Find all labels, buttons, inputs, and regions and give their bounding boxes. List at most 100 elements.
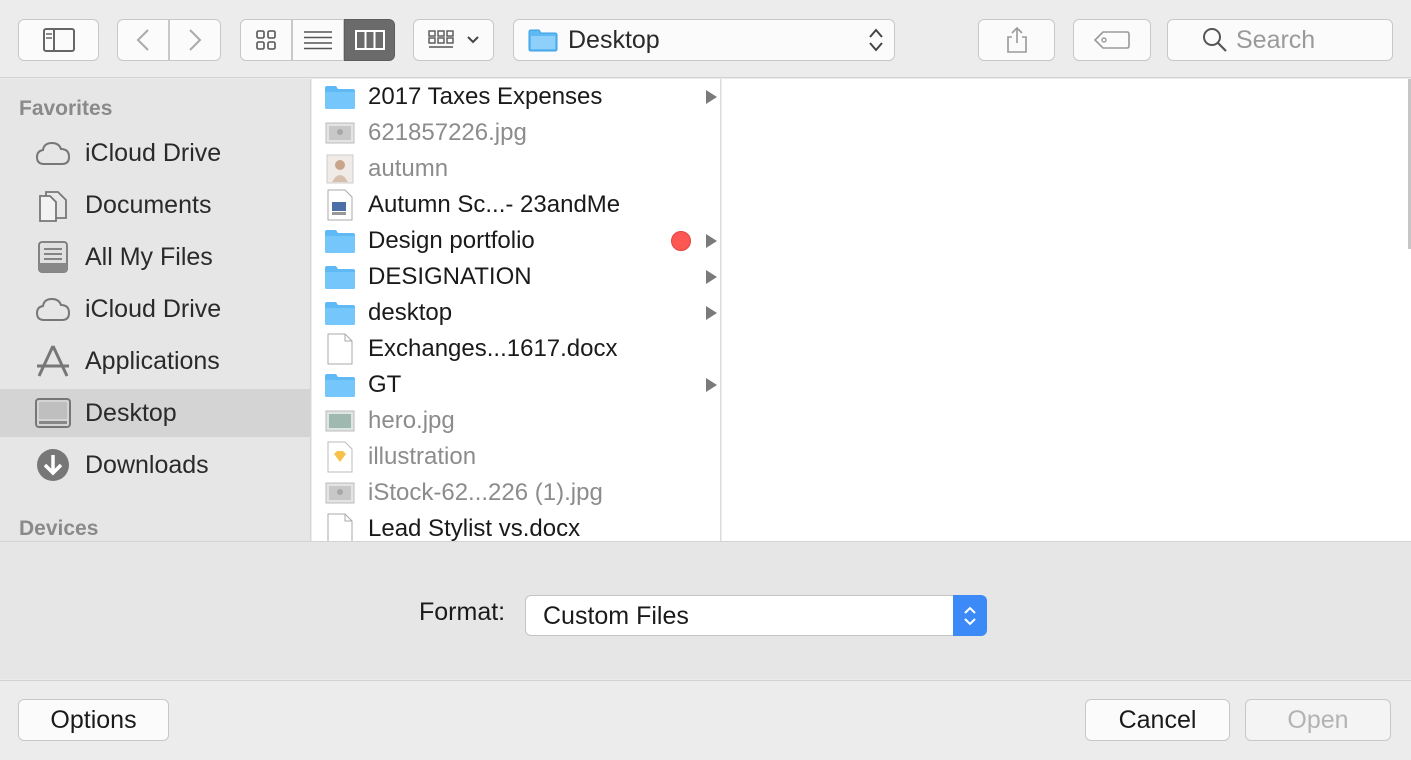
- sidebar-item-label: iCloud Drive: [85, 294, 222, 323]
- sidebar-item-icloud-drive-2[interactable]: iCloud Drive: [0, 285, 310, 333]
- chevron-right-icon: [189, 29, 202, 51]
- updown-icon: [953, 595, 987, 636]
- sidebar-item-all-my-files[interactable]: All My Files: [0, 233, 310, 281]
- list-item[interactable]: Exchanges...1617.docx: [312, 331, 720, 367]
- list-item: 621857226.jpg: [312, 115, 720, 151]
- list-item[interactable]: Autumn Sc...- 23andMe: [312, 187, 720, 223]
- list-item: autumn: [312, 151, 720, 187]
- options-button[interactable]: Options: [18, 699, 169, 741]
- sidebar-icon: [42, 28, 75, 52]
- documents-icon: [35, 187, 71, 223]
- toolbar: Desktop Search: [0, 0, 1411, 78]
- image-file-icon: [324, 477, 356, 509]
- list-item: iStock-62...226 (1).jpg: [312, 475, 720, 511]
- image-file-icon: [324, 117, 356, 149]
- all-files-icon: [35, 239, 71, 275]
- chevron-left-icon: [136, 29, 149, 51]
- list-item[interactable]: DESIGNATION: [312, 259, 720, 295]
- sidebar-item-label: iCloud Drive: [85, 138, 222, 167]
- updown-icon: [869, 28, 883, 52]
- cancel-button[interactable]: Cancel: [1085, 699, 1230, 741]
- applications-icon: [35, 343, 71, 379]
- sidebar-item-icloud-drive[interactable]: iCloud Drive: [0, 129, 310, 177]
- list-item: hero.jpg: [312, 403, 720, 439]
- list-icon: [304, 31, 332, 50]
- share-icon: [1006, 26, 1027, 53]
- sidebar-item-label: All My Files: [85, 242, 213, 271]
- grid-icon: [256, 30, 276, 50]
- devices-header: Devices: [19, 517, 99, 540]
- back-button[interactable]: [117, 19, 169, 61]
- arrange-icon: [427, 30, 454, 48]
- forward-button[interactable]: [169, 19, 221, 61]
- red-tag-icon: [671, 231, 691, 251]
- file-name: DESIGNATION: [368, 263, 532, 290]
- search-icon: [1203, 28, 1227, 52]
- cloud-icon: [35, 291, 71, 327]
- file-name: desktop: [368, 299, 453, 326]
- sidebar-item-label: Downloads: [85, 450, 209, 479]
- folder-icon: [324, 225, 356, 257]
- file-column: 2017 Taxes Expenses 621857226.jpg autumn…: [312, 79, 721, 541]
- sidebar-item-documents[interactable]: Documents: [0, 181, 310, 229]
- favorites-header: Favorites: [19, 97, 113, 120]
- preview-pane: [722, 79, 1411, 541]
- column-view-button[interactable]: [344, 19, 395, 61]
- tag-button[interactable]: [1073, 19, 1151, 61]
- location-label: Desktop: [568, 25, 660, 54]
- file-name: Autumn Sc...- 23andMe: [368, 191, 621, 218]
- sidebar-item-desktop[interactable]: Desktop: [0, 389, 310, 437]
- file-name: 621857226.jpg: [368, 119, 527, 146]
- file-name: Design portfolio: [368, 227, 535, 254]
- image-file-icon: [324, 405, 356, 437]
- accessory-view: Format: Custom Files: [0, 541, 1411, 679]
- list-item[interactable]: GT: [312, 367, 720, 403]
- list-item[interactable]: Lead Stylist vs.docx: [312, 511, 720, 541]
- format-popup[interactable]: Custom Files: [525, 595, 987, 636]
- portrait-file-icon: [324, 153, 356, 185]
- file-name: 2017 Taxes Expenses: [368, 83, 603, 110]
- list-item[interactable]: Design portfolio: [312, 223, 720, 259]
- list-item[interactable]: 2017 Taxes Expenses: [312, 79, 720, 115]
- folder-icon: [324, 297, 356, 329]
- chevron-down-icon: [466, 36, 479, 44]
- format-value: Custom Files: [543, 602, 689, 630]
- share-button[interactable]: [978, 19, 1055, 61]
- folder-icon: [324, 261, 356, 293]
- search-field[interactable]: Search: [1167, 19, 1393, 61]
- sidebar-item-label: Applications: [85, 346, 220, 375]
- folder-icon: [324, 81, 356, 113]
- document-icon: [324, 513, 356, 541]
- cloud-icon: [35, 135, 71, 171]
- location-popup[interactable]: Desktop: [513, 19, 895, 61]
- sidebar-item-applications[interactable]: Applications: [0, 337, 310, 385]
- file-name: GT: [368, 371, 402, 398]
- file-name: iStock-62...226 (1).jpg: [368, 479, 603, 506]
- downloads-icon: [35, 447, 71, 483]
- button-bar: Options Cancel Open: [0, 680, 1411, 760]
- sidebar-toggle-button[interactable]: [18, 19, 99, 61]
- document-image-icon: [324, 189, 356, 221]
- arrange-button[interactable]: [413, 19, 494, 61]
- folder-icon: [324, 369, 356, 401]
- open-button[interactable]: Open: [1245, 699, 1391, 741]
- disclosure-arrow-icon: [706, 234, 717, 248]
- list-view-button[interactable]: [292, 19, 344, 61]
- file-name: autumn: [368, 155, 449, 182]
- disclosure-arrow-icon: [706, 378, 717, 392]
- document-icon: [324, 333, 356, 365]
- list-item[interactable]: desktop: [312, 295, 720, 331]
- tag-icon: [1094, 31, 1130, 49]
- file-name: hero.jpg: [368, 407, 455, 434]
- sketch-file-icon: [324, 441, 356, 473]
- sidebar-item-downloads[interactable]: Downloads: [0, 441, 310, 489]
- file-name: illustration: [368, 443, 477, 470]
- icon-view-button[interactable]: [240, 19, 292, 61]
- sidebar-item-label: Desktop: [85, 398, 177, 427]
- disclosure-arrow-icon: [706, 306, 717, 320]
- sidebar-item-label: Documents: [85, 190, 212, 219]
- sidebar: Favorites iCloud Drive Documents All My …: [0, 79, 311, 541]
- folder-icon: [528, 29, 558, 52]
- list-item: illustration: [312, 439, 720, 475]
- search-placeholder: Search: [1236, 25, 1316, 54]
